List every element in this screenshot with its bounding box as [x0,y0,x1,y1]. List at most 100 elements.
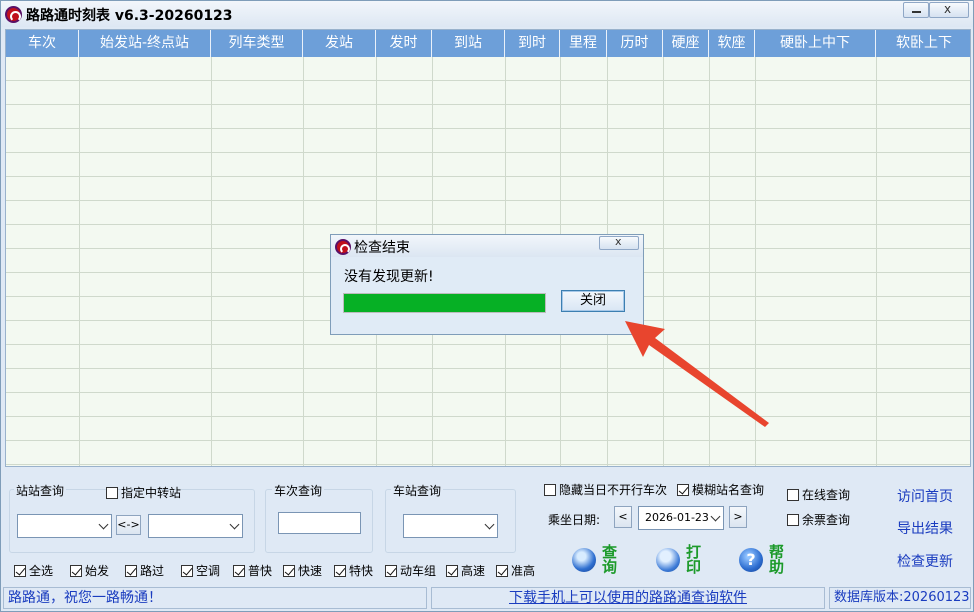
filter-box[interactable] [233,564,245,577]
next-date-button[interactable]: > [729,506,747,528]
filter-box[interactable] [181,564,193,577]
filter-box[interactable] [283,564,295,577]
title-bar: 路路通时刻表 v6.3-20260123 x [1,1,973,27]
ticket-query-box[interactable] [787,513,799,526]
chevron-down-icon [98,519,109,530]
filter-box[interactable] [496,564,508,577]
col-depart-station[interactable]: 发站 [303,30,376,57]
col-train-no[interactable]: 车次 [6,30,79,57]
station-query-label: 站站查询 [14,482,67,499]
filter-label: 全选 [29,564,54,578]
query-button[interactable]: 查询 [572,545,618,575]
chevron-down-icon [229,519,240,530]
filter-box[interactable] [385,564,397,577]
col-depart-time[interactable]: 发时 [376,30,432,57]
filter-passing-checkbox[interactable]: 路过 [125,562,164,579]
from-station-select[interactable] [17,514,112,538]
grid-divider [303,57,304,466]
progress-fill [344,294,545,312]
dialog-close-button[interactable]: x [599,235,639,250]
online-query-label: 在线查询 [802,488,851,502]
status-bar: 路路通，祝您一路畅通！ 下载手机上可以使用的路路通查询软件 数据库版本:2026… [1,587,973,611]
station-select[interactable] [403,514,498,538]
filter-express-checkbox[interactable]: 特快 [334,562,373,579]
filter-label: 快速 [298,564,323,578]
app-logo-icon [335,239,351,255]
help-icon: ? [739,548,763,572]
minimize-button[interactable] [903,2,929,18]
chevron-down-icon [710,511,721,522]
print-button[interactable]: 打印 [656,545,702,575]
ticket-query-checkbox[interactable]: 余票查询 [787,511,850,528]
swap-stations-button[interactable]: <-> [116,515,141,535]
col-route[interactable]: 始发站-终点站 [79,30,211,57]
col-train-type[interactable]: 列车类型 [211,30,303,57]
grid-divider [79,57,80,466]
dialog-message: 没有发现更新! [344,269,434,285]
close-icon: x [944,2,952,16]
filter-origin-checkbox[interactable]: 始发 [70,562,109,579]
grid-divider [876,57,877,466]
train-query-label: 车次查询 [272,482,325,499]
filter-highspeed-checkbox[interactable]: 高速 [446,562,485,579]
col-distance[interactable]: 里程 [560,30,607,57]
help-label: 帮助 [769,543,785,576]
col-hard-sleeper[interactable]: 硬卧上中下 [755,30,876,57]
prev-date-button[interactable]: < [614,506,632,528]
app-logo-icon [5,6,22,23]
col-soft-sleeper[interactable]: 软卧上下 [876,30,970,57]
transfer-checkbox[interactable]: 指定中转站 [106,484,181,501]
close-button[interactable]: x [929,2,969,18]
hide-nonrunning-checkbox[interactable]: 隐藏当日不开行车次 [544,481,667,498]
date-label: 乘坐日期: [548,513,601,527]
col-arrive-station[interactable]: 到站 [432,30,505,57]
visit-home-link[interactable]: 访问首页 [897,486,953,506]
filter-box[interactable] [334,564,346,577]
filter-box[interactable] [446,564,458,577]
col-soft-seat[interactable]: 软座 [709,30,755,57]
date-picker[interactable]: 2026-01-23 [638,506,724,530]
dialog-title: 检查结束 [354,240,410,256]
to-station-select[interactable] [148,514,243,538]
download-mobile-link[interactable]: 下载手机上可以使用的路路通查询软件 [431,587,825,609]
main-window: 路路通时刻表 v6.3-20260123 x 车次 始发站-终点站 列车类型 发… [0,0,974,612]
filter-fast-checkbox[interactable]: 快速 [283,562,322,579]
filter-box[interactable] [14,564,26,577]
filter-box[interactable] [125,564,137,577]
filter-ordinary-checkbox[interactable]: 普快 [233,562,272,579]
filter-label: 高速 [461,564,486,578]
online-query-checkbox[interactable]: 在线查询 [787,486,850,503]
fuzzy-name-label: 模糊站名查询 [692,483,765,497]
filter-label: 准高 [511,564,536,578]
dialog-title-bar: 检查结束 x [331,235,643,257]
filter-all-checkbox[interactable]: 全选 [14,562,53,579]
update-progress-bar [343,293,546,313]
transfer-checkbox-box[interactable] [106,486,118,499]
export-results-link[interactable]: 导出结果 [897,518,953,538]
printer-icon [656,548,680,572]
stop-query-label: 车站查询 [391,482,444,499]
filter-emu-checkbox[interactable]: 动车组 [385,562,436,579]
ticket-query-label: 余票查询 [802,513,851,527]
magnifier-icon [572,548,596,572]
fuzzy-name-box[interactable] [677,483,689,496]
online-query-box[interactable] [787,488,799,501]
hide-nonrunning-box[interactable] [544,483,556,496]
train-number-input[interactable] [278,512,361,534]
filter-aircon-checkbox[interactable]: 空调 [181,562,220,579]
col-hard-seat[interactable]: 硬座 [663,30,709,57]
filter-label: 始发 [85,564,110,578]
col-arrive-time[interactable]: 到时 [505,30,560,57]
col-duration[interactable]: 历时 [607,30,663,57]
help-button[interactable]: ? 帮助 [739,545,785,575]
filter-semihigh-checkbox[interactable]: 准高 [496,562,535,579]
status-greeting: 路路通，祝您一路畅通！ [3,587,427,609]
dialog-close-action-button[interactable]: 关闭 [561,290,625,312]
update-check-dialog: 检查结束 x 没有发现更新! 关闭 [330,234,644,335]
database-version: 数据库版本:20260123 [829,587,971,609]
query-label: 查询 [602,543,618,576]
filter-box[interactable] [70,564,82,577]
fuzzy-name-checkbox[interactable]: 模糊站名查询 [677,481,764,498]
filter-label: 普快 [248,564,273,578]
check-update-link[interactable]: 检查更新 [897,551,953,571]
